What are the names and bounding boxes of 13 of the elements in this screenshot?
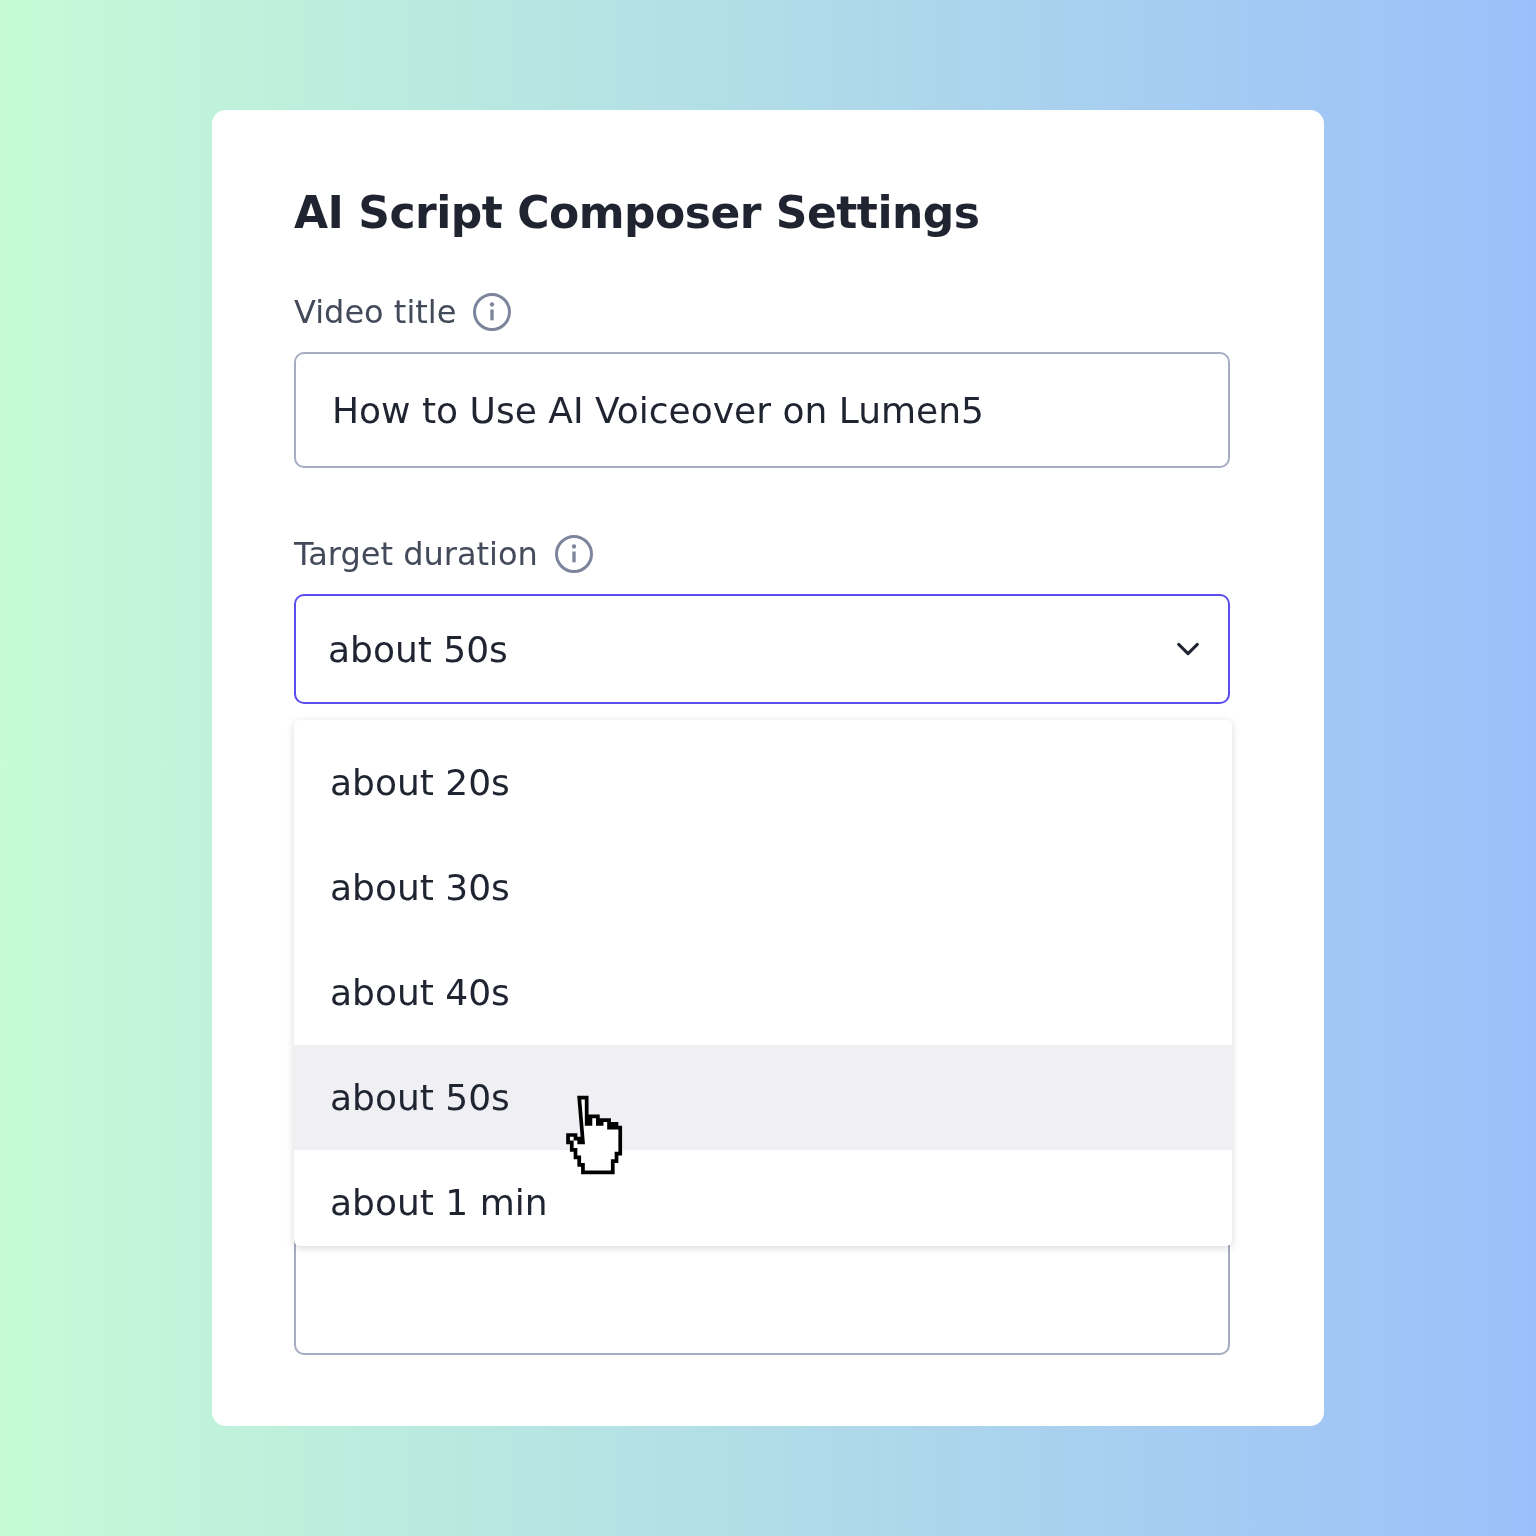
field-label: Target duration — [294, 535, 538, 573]
dropdown-option[interactable]: about 1 min — [294, 1150, 1232, 1246]
duration-select[interactable]: about 50s — [294, 594, 1230, 704]
field-label: Video title — [294, 293, 457, 331]
dropdown-option[interactable]: about 40s — [294, 940, 1232, 1045]
dropdown-option[interactable]: about 30s — [294, 835, 1232, 940]
title-input[interactable]: How to Use AI Voiceover on Lumen5 — [294, 352, 1230, 468]
dropdown-option[interactable]: about 50s — [294, 1045, 1232, 1150]
dropdown-option[interactable]: about 20s — [294, 730, 1232, 835]
info-icon[interactable] — [472, 292, 513, 332]
info-icon[interactable] — [553, 534, 594, 574]
dialog-title: AI Script Composer Settings — [294, 186, 981, 240]
chevron-down-icon — [1176, 642, 1200, 656]
